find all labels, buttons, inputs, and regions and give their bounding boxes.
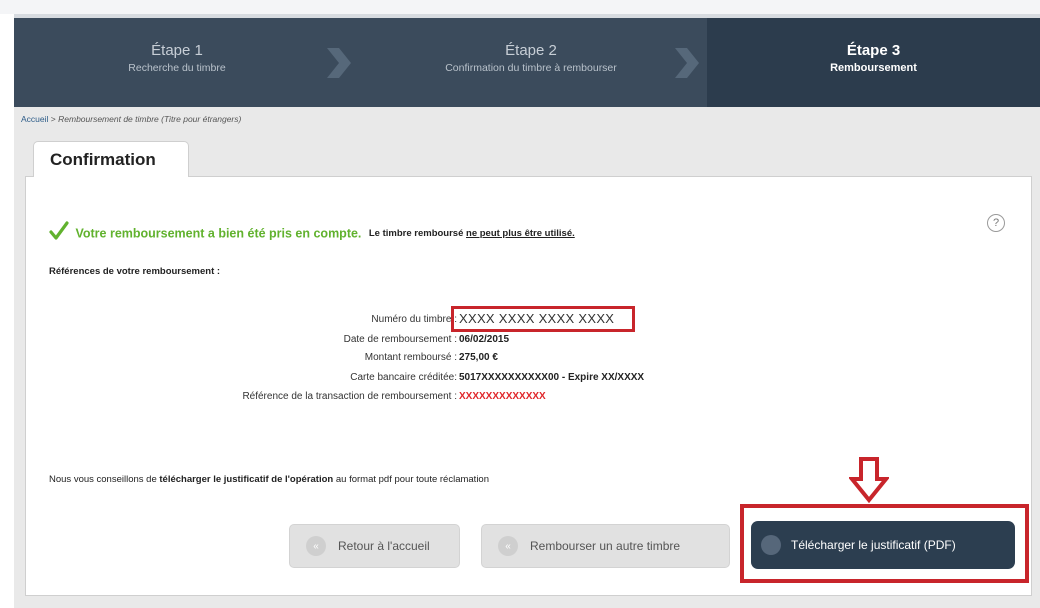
- ref-value-refund-date: 06/02/2015: [459, 334, 510, 345]
- usage-note-link[interactable]: ne peut plus être utilisé.: [466, 228, 575, 239]
- chevron-right-icon: [673, 48, 699, 78]
- ref-value-amount: 275,00 €: [459, 352, 498, 363]
- step-1-title: Étape 1: [151, 42, 203, 59]
- step-1: Étape 1 Recherche du timbre: [14, 18, 340, 107]
- usage-note-text: Le timbre remboursé: [368, 228, 464, 239]
- ref-label-refund-date: Date de remboursement :: [343, 334, 457, 345]
- help-icon[interactable]: ?: [987, 214, 1005, 232]
- ref-value-transaction: XXXXXXXXXXXXX: [459, 391, 546, 402]
- step-3-title: Étape 3: [846, 42, 901, 59]
- success-line: Votre remboursement a bien été pris en c…: [49, 221, 575, 246]
- page: Étape 1 Recherche du timbre Étape 2 Conf…: [0, 0, 1040, 608]
- step-2-title: Étape 2: [505, 42, 557, 59]
- advice-text: Nous vous conseillons de télécharger le …: [49, 474, 489, 485]
- chevron-right-icon: [325, 48, 351, 78]
- top-strip: [0, 0, 1040, 14]
- step-1-subtitle: Recherche du timbre: [128, 62, 226, 74]
- step-3-active: Étape 3 Remboursement: [707, 18, 1040, 107]
- double-chevron-left-icon: «: [306, 536, 326, 556]
- success-message: Votre remboursement a bien été pris en c…: [75, 226, 362, 241]
- step-2: Étape 2 Confirmation du timbre à rembour…: [366, 18, 696, 107]
- breadcrumb-current: Remboursement de timbre (Titre pour étra…: [58, 114, 242, 124]
- ref-label-stamp-number: Numéro du timbre :: [371, 314, 457, 325]
- ref-label-transaction: Référence de la transaction de rembourse…: [242, 391, 457, 402]
- download-pdf-label: Télécharger le justificatif (PDF): [791, 538, 956, 552]
- step-2-subtitle: Confirmation du timbre à rembourser: [445, 62, 617, 74]
- download-pdf-button[interactable]: Télécharger le justificatif (PDF): [751, 521, 1015, 569]
- double-chevron-left-icon: «: [498, 536, 518, 556]
- back-home-button[interactable]: « Retour à l'accueil: [289, 524, 460, 568]
- breadcrumb: Accueil > Remboursement de timbre (Titre…: [21, 114, 241, 124]
- refund-another-button[interactable]: « Rembourser un autre timbre: [481, 524, 730, 568]
- references-title: Références de votre remboursement :: [49, 266, 221, 277]
- step-3-subtitle: Remboursement: [830, 62, 917, 74]
- download-icon: [761, 535, 781, 555]
- arrow-down-icon: [847, 457, 891, 504]
- advice-bold: télécharger le justificatif de l'opérati…: [159, 474, 334, 485]
- refund-another-label: Rembourser un autre timbre: [530, 539, 681, 553]
- breadcrumb-separator: >: [50, 114, 56, 124]
- ref-label-card: Carte bancaire créditée:: [350, 372, 457, 383]
- ref-value-card: 5017XXXXXXXXXX00 - Expire XX/XXXX: [459, 372, 645, 383]
- ref-label-amount: Montant remboursé :: [364, 352, 457, 363]
- checkmark-icon: [49, 221, 69, 246]
- advice-prefix: Nous vous conseillons de: [49, 474, 157, 485]
- step-progress-bar: Étape 1 Recherche du timbre Étape 2 Conf…: [14, 14, 1040, 107]
- advice-suffix: au format pdf pour toute réclamation: [335, 474, 490, 485]
- usage-note: Le timbre remboursé ne peut plus être ut…: [369, 228, 575, 239]
- back-home-label: Retour à l'accueil: [338, 539, 430, 553]
- stamp-number-highlight: [451, 306, 635, 332]
- tab-confirmation[interactable]: Confirmation: [33, 141, 189, 177]
- breadcrumb-home-link[interactable]: Accueil: [21, 114, 48, 124]
